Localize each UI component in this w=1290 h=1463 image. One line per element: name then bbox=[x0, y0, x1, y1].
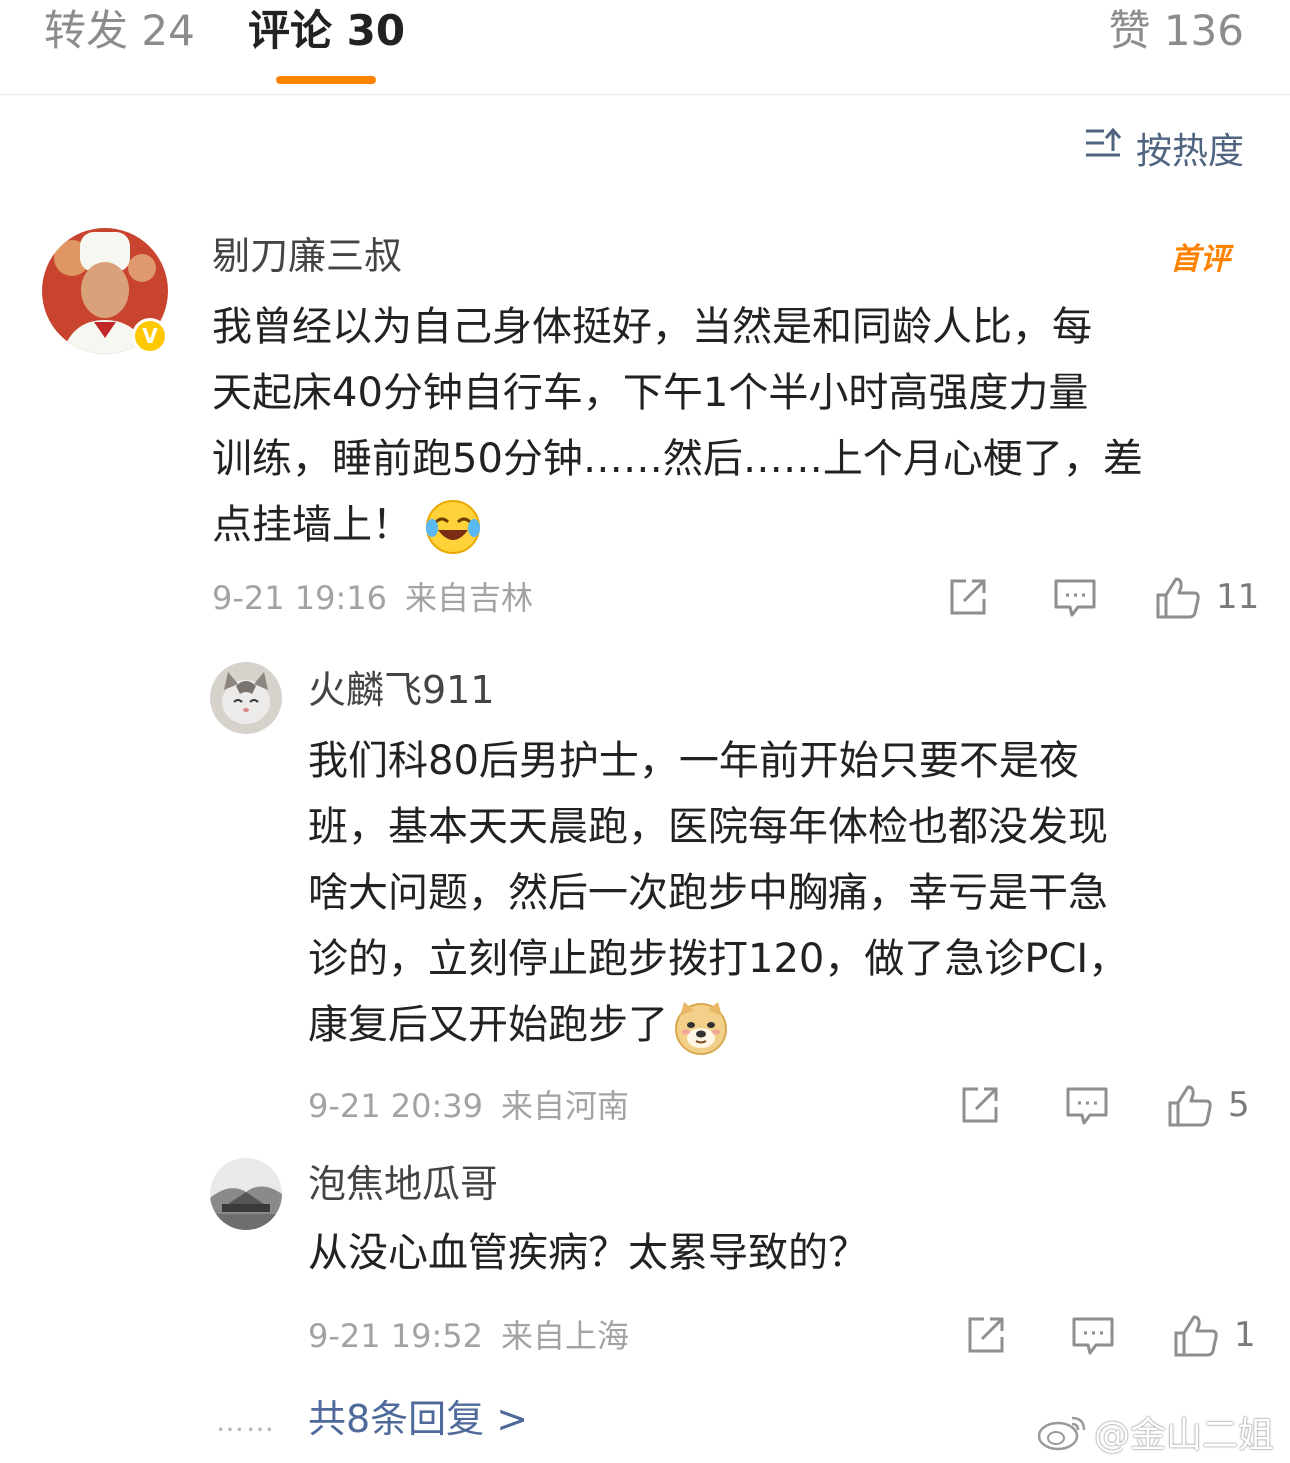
tab-likes[interactable]: 赞 136 bbox=[1108, 6, 1244, 56]
reply-button[interactable] bbox=[1070, 1313, 1116, 1357]
reply-date: 9-21 19:52 bbox=[308, 1317, 484, 1355]
weibo-logo-icon bbox=[1037, 1416, 1086, 1451]
active-tab-indicator bbox=[276, 76, 376, 84]
reply-meta: 9-21 19:52 来自上海 bbox=[308, 1316, 647, 1356]
reply-username[interactable]: 火麟飞911 bbox=[308, 666, 495, 714]
tab-bar: 转发 24 评论 30 赞 136 bbox=[0, 0, 1290, 95]
reply-actions: 1 bbox=[964, 1310, 1256, 1360]
share-button[interactable] bbox=[946, 575, 990, 619]
share-button[interactable] bbox=[964, 1313, 1008, 1357]
comment-text: 我曾经以为自己身体挺好，当然是和同龄人比，每 天起床40分钟自行车，下午1个半小… bbox=[212, 294, 1143, 558]
reply-actions: 5 bbox=[958, 1080, 1250, 1130]
more-replies-link[interactable]: 共8条回复 > bbox=[308, 1394, 528, 1444]
doge-emoji bbox=[672, 998, 730, 1056]
comment-username[interactable]: 剔刀廉三叔 bbox=[212, 232, 402, 280]
like-count: 5 bbox=[1228, 1085, 1250, 1125]
reply-location: 来自上海 bbox=[501, 1317, 630, 1355]
sort-label: 按热度 bbox=[1135, 131, 1244, 172]
reply-avatar[interactable] bbox=[210, 662, 282, 734]
reply-button[interactable] bbox=[1052, 575, 1098, 619]
reply-avatar[interactable] bbox=[210, 1158, 282, 1230]
thumbs-up-icon bbox=[1174, 1315, 1218, 1357]
comment-meta: 9-21 19:16 来自吉林 bbox=[212, 578, 551, 618]
laughing-crying-emoji bbox=[424, 498, 482, 556]
sort-button[interactable]: 按热度 bbox=[1084, 125, 1244, 172]
watermark: @金山二姐 bbox=[1036, 1406, 1274, 1458]
comment-date: 9-21 19:16 bbox=[212, 579, 388, 617]
like-button[interactable]: 11 bbox=[1154, 573, 1259, 621]
reply-location: 来自河南 bbox=[501, 1087, 630, 1125]
verified-badge: V bbox=[132, 318, 168, 354]
comment-actions: 11 bbox=[946, 572, 1259, 622]
reply-button[interactable] bbox=[1064, 1083, 1110, 1127]
reply-date: 9-21 20:39 bbox=[308, 1087, 484, 1125]
comment-location: 来自吉林 bbox=[405, 579, 534, 617]
share-icon bbox=[968, 1317, 1004, 1353]
thumbs-up-icon bbox=[1168, 1085, 1212, 1127]
first-comment-badge: 首评 bbox=[1170, 242, 1230, 277]
share-button[interactable] bbox=[958, 1083, 1002, 1127]
reply-text: 从没心血管疾病？太累导致的？ bbox=[308, 1230, 868, 1276]
share-icon bbox=[962, 1087, 998, 1123]
like-button[interactable]: 5 bbox=[1166, 1081, 1250, 1129]
share-icon bbox=[950, 579, 986, 615]
reply-username[interactable]: 泡焦地瓜哥 bbox=[308, 1160, 498, 1208]
like-count: 1 bbox=[1234, 1315, 1256, 1355]
watermark-text: @金山二姐 bbox=[1093, 1415, 1274, 1456]
thumbs-up-icon bbox=[1156, 577, 1200, 619]
tab-repost[interactable]: 转发 24 bbox=[44, 6, 195, 56]
reply-text: 我们科80后男护士，一年前开始只要不是夜 班，基本天天晨跑，医院每年体检也都没发… bbox=[308, 728, 1128, 1058]
comment-icon bbox=[1072, 1317, 1114, 1355]
like-button[interactable]: 1 bbox=[1172, 1311, 1256, 1359]
comment-icon bbox=[1054, 579, 1096, 617]
reply-meta: 9-21 20:39 来自河南 bbox=[308, 1086, 647, 1126]
like-count: 11 bbox=[1216, 577, 1260, 617]
sort-icon bbox=[1084, 125, 1122, 172]
comment-icon bbox=[1066, 1087, 1108, 1125]
tab-comments[interactable]: 评论 30 bbox=[248, 6, 405, 56]
more-dots: …… bbox=[216, 1405, 276, 1438]
